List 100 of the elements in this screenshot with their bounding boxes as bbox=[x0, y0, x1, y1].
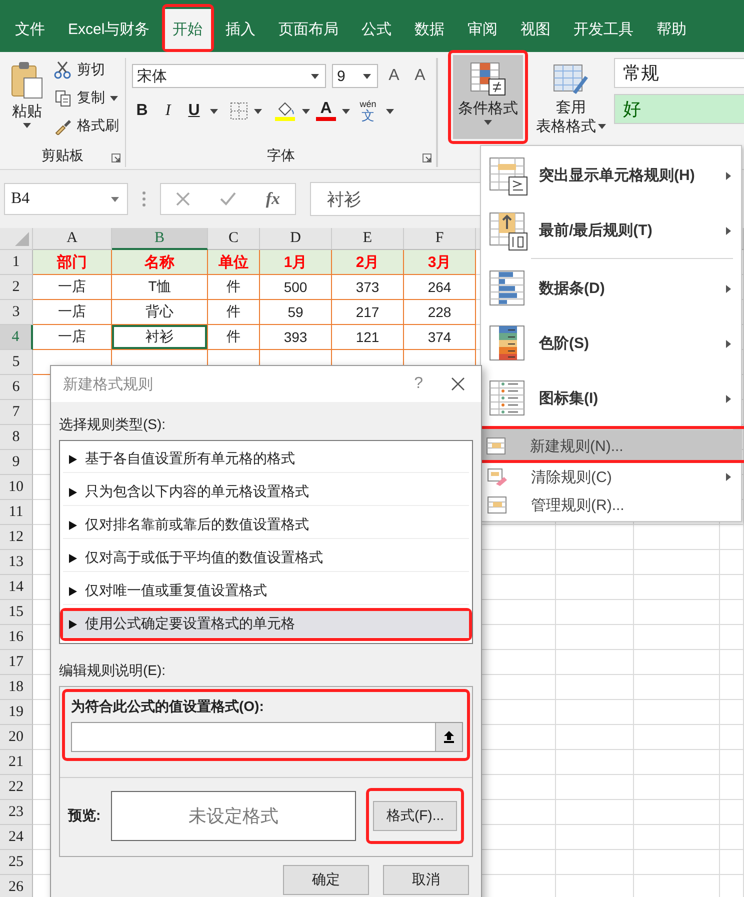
row-header[interactable]: 11 bbox=[0, 500, 33, 525]
row-header[interactable]: 5 bbox=[0, 350, 33, 375]
cancel-button[interactable]: 取消 bbox=[383, 865, 469, 895]
font-family-dropdown[interactable]: 宋体 bbox=[132, 64, 326, 88]
row-header[interactable]: 8 bbox=[0, 425, 33, 450]
list-item[interactable]: 仅对高于或低于平均值的数值设置格式 bbox=[63, 545, 469, 572]
table-cell: 单位 bbox=[208, 250, 260, 275]
row-header[interactable]: 21 bbox=[0, 750, 33, 775]
ribbon-tab[interactable]: 审阅 bbox=[460, 9, 506, 49]
row-header[interactable]: 13 bbox=[0, 550, 33, 575]
row-header[interactable]: 25 bbox=[0, 850, 33, 875]
increase-font-button[interactable]: A bbox=[384, 65, 404, 87]
underline-button[interactable]: U bbox=[184, 100, 204, 122]
close-icon[interactable] bbox=[451, 377, 465, 391]
menu-item[interactable]: 图标集(I) bbox=[481, 371, 741, 426]
table-cell: 件 bbox=[208, 275, 260, 300]
ribbon-tab[interactable]: 数据 bbox=[406, 9, 453, 49]
font-size-dropdown[interactable]: 9 bbox=[332, 64, 378, 88]
menu-item[interactable]: 管理规则(R)... bbox=[481, 491, 741, 519]
row-header[interactable]: 15 bbox=[0, 600, 33, 625]
ribbon-tab[interactable]: 视图 bbox=[512, 9, 559, 49]
row-header[interactable]: 9 bbox=[0, 450, 33, 475]
menu-item[interactable]: 新建规则(N)... bbox=[480, 429, 741, 460]
list-item[interactable]: 仅对排名靠前或靠后的数值设置格式 bbox=[63, 512, 469, 539]
caret-icon bbox=[111, 196, 119, 202]
row-header[interactable]: 22 bbox=[0, 775, 33, 800]
list-item-label: 仅对唯一值或重复值设置格式 bbox=[85, 582, 267, 600]
row-header[interactable]: 6 bbox=[0, 375, 33, 400]
table-cell: 374 bbox=[404, 325, 476, 350]
row-header[interactable]: 23 bbox=[0, 800, 33, 825]
cell-style[interactable]: 常规 bbox=[614, 58, 744, 88]
list-item[interactable]: 仅对唯一值或重复值设置格式 bbox=[63, 578, 469, 605]
phonetic-button[interactable]: wén 文 bbox=[356, 96, 380, 126]
name-box[interactable]: B4 bbox=[4, 183, 128, 215]
bullet-arrow-icon bbox=[69, 520, 77, 530]
menu-item[interactable]: 色阶(S) bbox=[481, 316, 741, 371]
format-as-table-button[interactable]: 套用 表格格式 bbox=[534, 58, 608, 140]
formula-input-field[interactable] bbox=[71, 722, 463, 752]
decrease-font-button[interactable]: A bbox=[410, 65, 430, 87]
ribbon-tab[interactable]: 页面布局 bbox=[270, 9, 347, 49]
caret-icon bbox=[363, 74, 371, 78]
row-header[interactable]: 19 bbox=[0, 700, 33, 725]
list-item[interactable]: 使用公式确定要设置格式的单元格 bbox=[63, 611, 469, 638]
table-cell: 3月 bbox=[404, 250, 476, 275]
help-button[interactable]: ? bbox=[414, 375, 423, 393]
insert-function-button[interactable]: fx bbox=[266, 189, 280, 209]
list-item[interactable]: 基于各自值设置所有单元格的格式 bbox=[63, 446, 469, 473]
ribbon-tab[interactable]: 帮助 bbox=[648, 9, 695, 49]
column-header[interactable]: F bbox=[404, 228, 476, 250]
row-header[interactable]: 12 bbox=[0, 525, 33, 550]
row-header[interactable]: 26 bbox=[0, 875, 33, 897]
menu-item[interactable]: 突出显示单元格规则(H) bbox=[481, 148, 741, 203]
row-header[interactable]: 4 bbox=[0, 325, 33, 350]
ribbon-tab[interactable]: 开发工具 bbox=[566, 9, 642, 49]
format-button[interactable]: 格式(F)... bbox=[373, 801, 457, 831]
menu-item[interactable]: 清除规则(C) bbox=[481, 463, 741, 491]
italic-button[interactable]: I bbox=[158, 100, 178, 122]
copy-button[interactable]: 复制 bbox=[54, 86, 119, 110]
submenu-arrow-icon bbox=[726, 284, 731, 292]
column-header[interactable]: E bbox=[332, 228, 404, 250]
cell-style[interactable]: 好 bbox=[614, 94, 744, 124]
table-cell: 59 bbox=[260, 300, 332, 325]
row-header[interactable]: 16 bbox=[0, 625, 33, 650]
bullet-arrow-icon bbox=[69, 454, 77, 464]
paste-button[interactable]: 粘贴 bbox=[6, 58, 48, 132]
row-header[interactable]: 3 bbox=[0, 300, 33, 325]
row-header[interactable]: 18 bbox=[0, 675, 33, 700]
font-color-button[interactable]: A bbox=[316, 101, 336, 121]
empty-cell bbox=[720, 550, 744, 575]
menu-item[interactable]: 最前/最后规则(T) bbox=[481, 203, 741, 258]
ribbon-tab[interactable]: 文件 bbox=[7, 9, 53, 49]
ribbon-tab[interactable]: Excel与财务 bbox=[60, 9, 158, 49]
up-arrow-icon bbox=[444, 731, 454, 743]
row-header[interactable]: 7 bbox=[0, 400, 33, 425]
bullet-arrow-icon bbox=[69, 554, 77, 562]
column-header[interactable]: B bbox=[112, 228, 208, 250]
collapse-button[interactable] bbox=[435, 723, 462, 751]
empty-cell bbox=[720, 575, 744, 600]
column-header[interactable]: A bbox=[33, 228, 112, 250]
list-item[interactable]: 只为包含以下内容的单元格设置格式 bbox=[63, 479, 469, 506]
column-header[interactable]: C bbox=[208, 228, 260, 250]
submenu-arrow-icon bbox=[726, 172, 731, 180]
row-header[interactable]: 1 bbox=[0, 250, 33, 275]
ribbon-tab[interactable]: 开始 bbox=[164, 9, 211, 49]
row-header[interactable]: 14 bbox=[0, 575, 33, 600]
format-painter-button[interactable]: 格式刷 bbox=[54, 114, 119, 138]
cut-button[interactable]: 剪切 bbox=[54, 58, 119, 82]
conditional-format-button[interactable]: 条件格式 bbox=[453, 55, 523, 139]
bold-button[interactable]: B bbox=[132, 100, 152, 122]
ok-button[interactable]: 确定 bbox=[283, 865, 369, 895]
column-header[interactable]: D bbox=[260, 228, 332, 250]
row-header[interactable]: 10 bbox=[0, 475, 33, 500]
ribbon-tab[interactable]: 插入 bbox=[218, 9, 264, 49]
row-header[interactable]: 24 bbox=[0, 825, 33, 850]
empty-cell bbox=[720, 775, 744, 800]
row-header[interactable]: 20 bbox=[0, 725, 33, 750]
caret-icon bbox=[302, 108, 310, 114]
row-header[interactable]: 2 bbox=[0, 275, 33, 300]
row-header[interactable]: 17 bbox=[0, 650, 33, 675]
ribbon-tab[interactable]: 公式 bbox=[354, 9, 400, 49]
